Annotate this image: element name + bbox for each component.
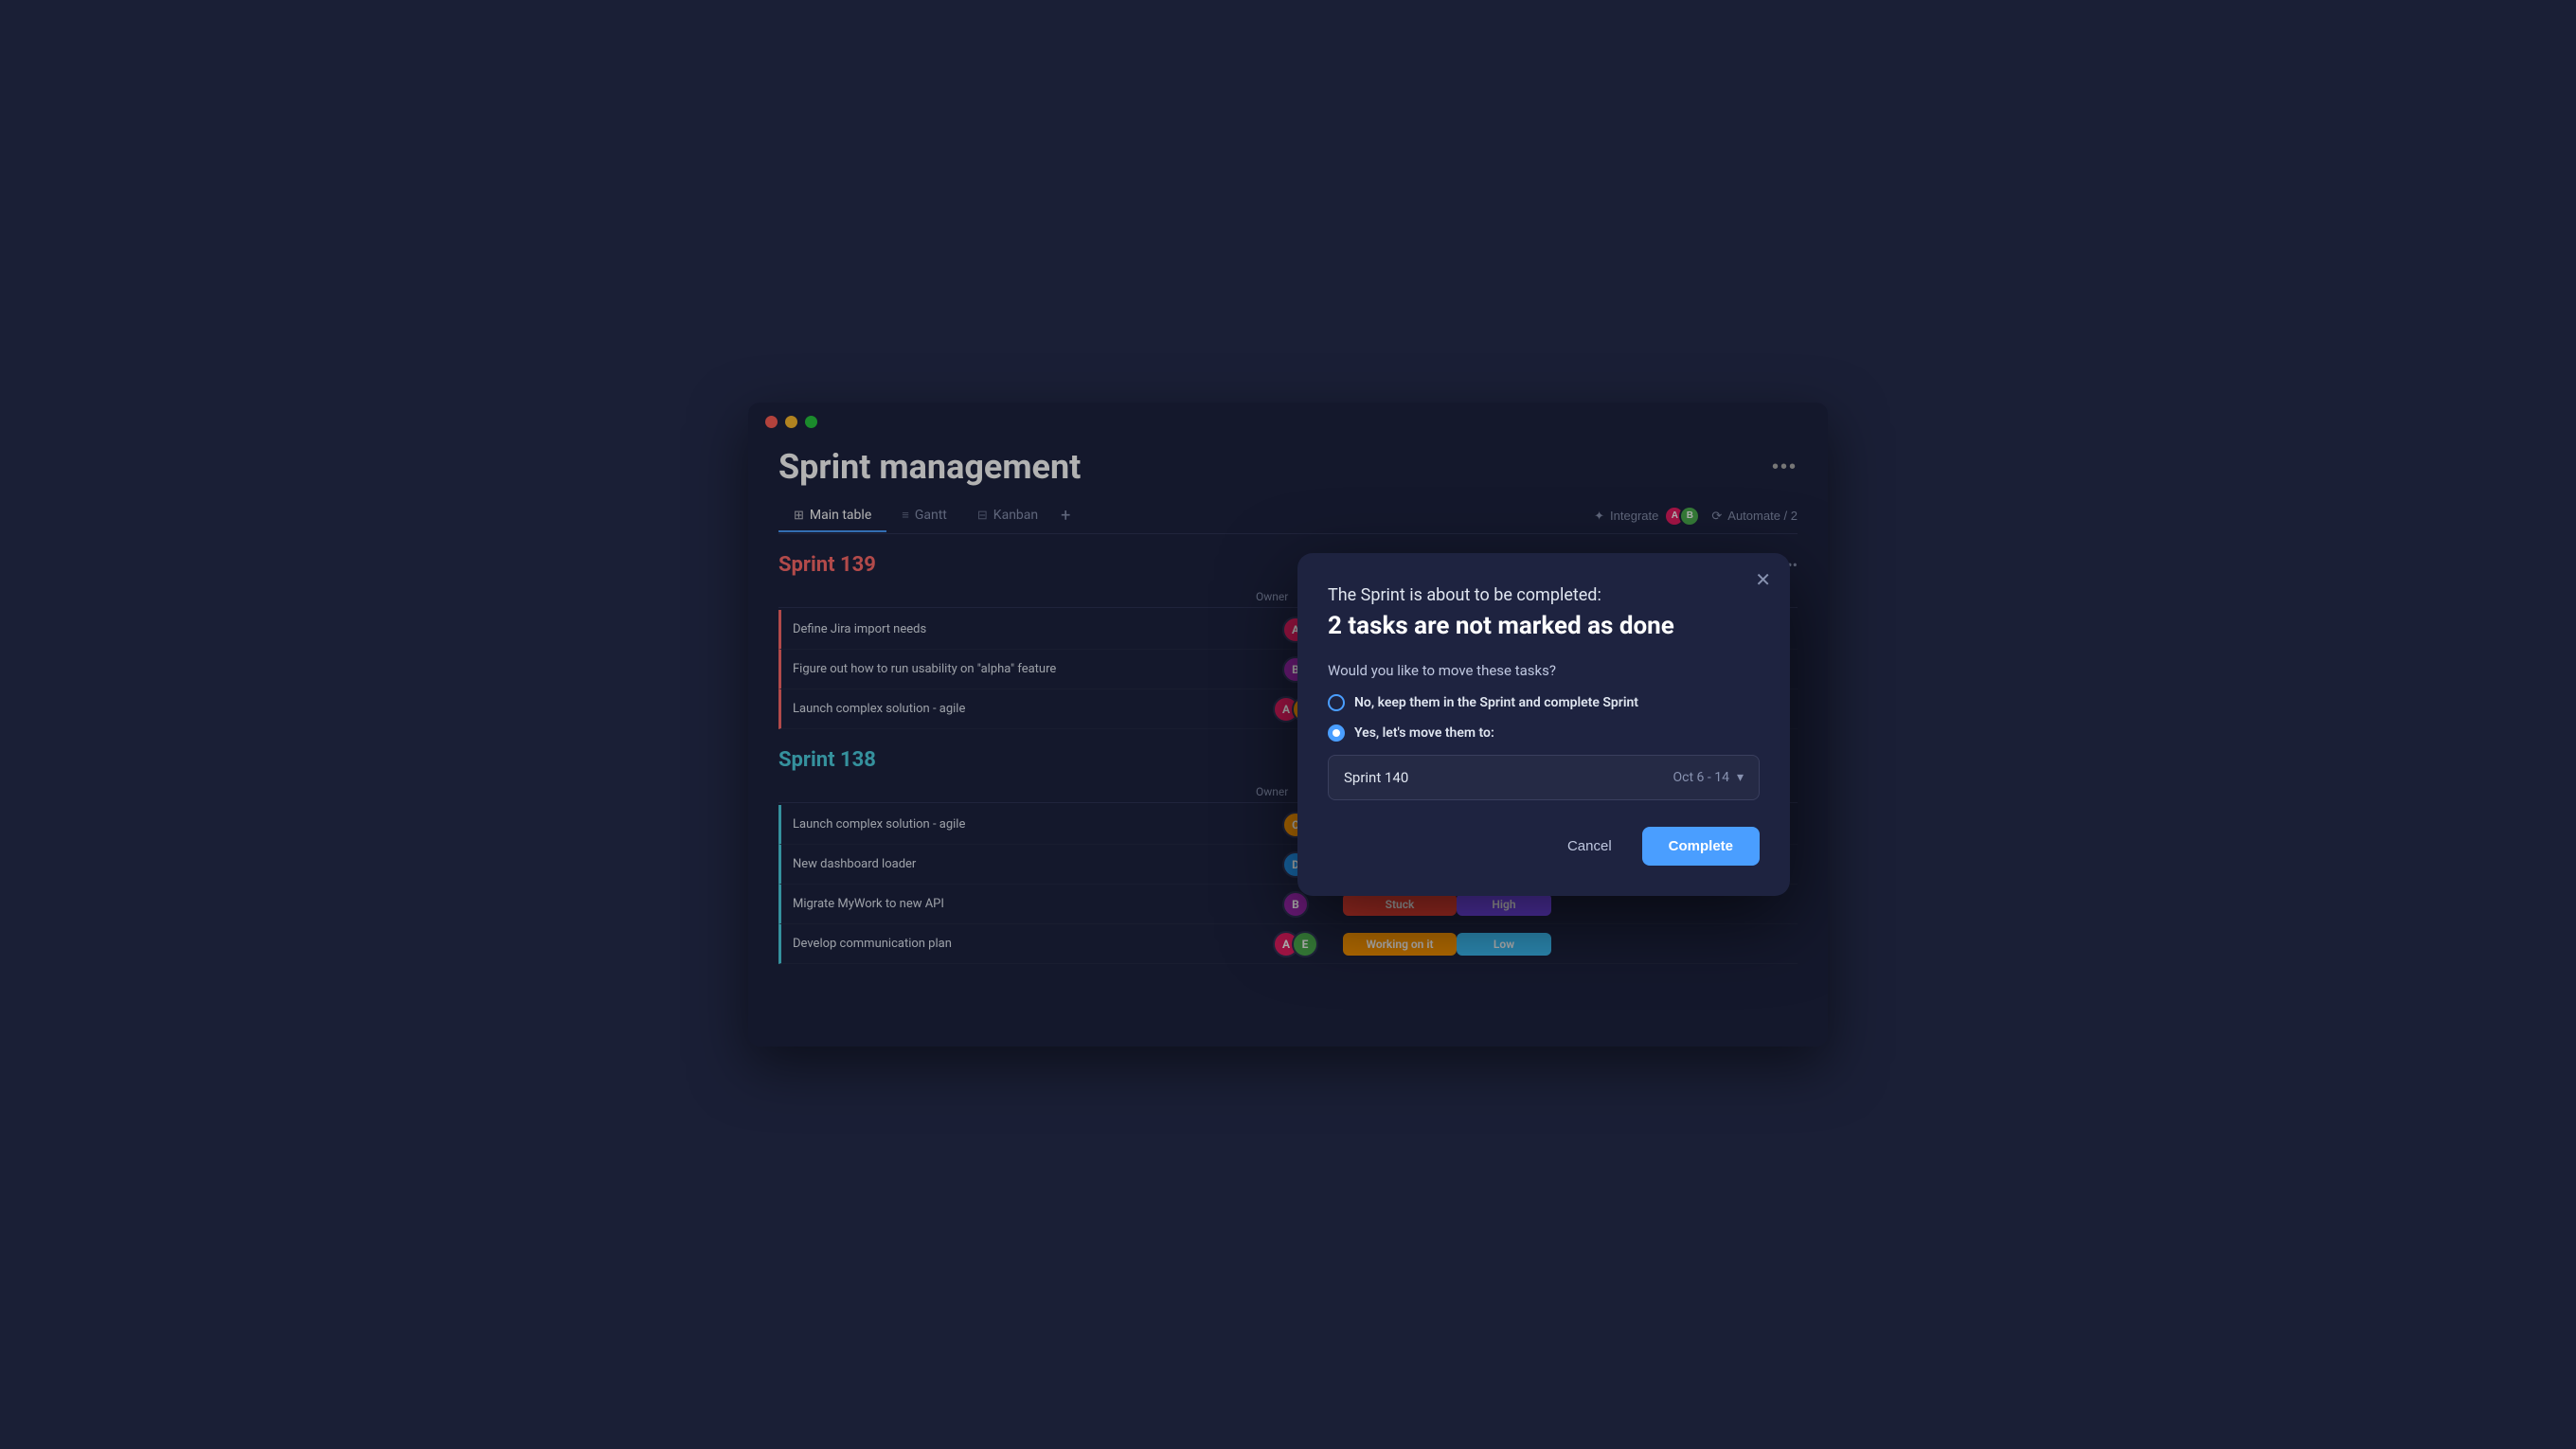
modal-question: Would you like to move these tasks? bbox=[1328, 662, 1760, 679]
modal-overlay: ✕ The Sprint is about to be completed: 2… bbox=[748, 402, 1828, 1046]
radio-label-yes: Yes, let's move them to: bbox=[1354, 725, 1494, 741]
radio-option-no[interactable]: No, keep them in the Sprint and complete… bbox=[1328, 694, 1760, 711]
app-window: Sprint management ••• ⊞ Main table ≡ Gan… bbox=[748, 402, 1828, 1046]
modal-close-button[interactable]: ✕ bbox=[1755, 568, 1771, 592]
radio-circle-yes bbox=[1328, 724, 1345, 742]
modal-title: 2 tasks are not marked as done bbox=[1328, 611, 1760, 643]
modal-actions: Cancel Complete bbox=[1328, 827, 1760, 866]
sprint-select-name: Sprint 140 bbox=[1344, 769, 1408, 786]
modal-subtitle: The Sprint is about to be completed: bbox=[1328, 583, 1760, 607]
cancel-button[interactable]: Cancel bbox=[1552, 829, 1627, 864]
complete-button[interactable]: Complete bbox=[1642, 827, 1760, 866]
sprint-select-right: Oct 6 - 14 ▾ bbox=[1673, 770, 1744, 785]
radio-circle-no bbox=[1328, 694, 1345, 711]
sprint-select-date: Oct 6 - 14 bbox=[1673, 770, 1729, 785]
radio-label-no: No, keep them in the Sprint and complete… bbox=[1354, 695, 1638, 710]
radio-option-yes[interactable]: Yes, let's move them to: bbox=[1328, 724, 1760, 742]
sprint-select-dropdown[interactable]: Sprint 140 Oct 6 - 14 ▾ bbox=[1328, 755, 1760, 800]
complete-sprint-modal: ✕ The Sprint is about to be completed: 2… bbox=[1297, 553, 1790, 896]
chevron-down-icon: ▾ bbox=[1737, 770, 1744, 785]
